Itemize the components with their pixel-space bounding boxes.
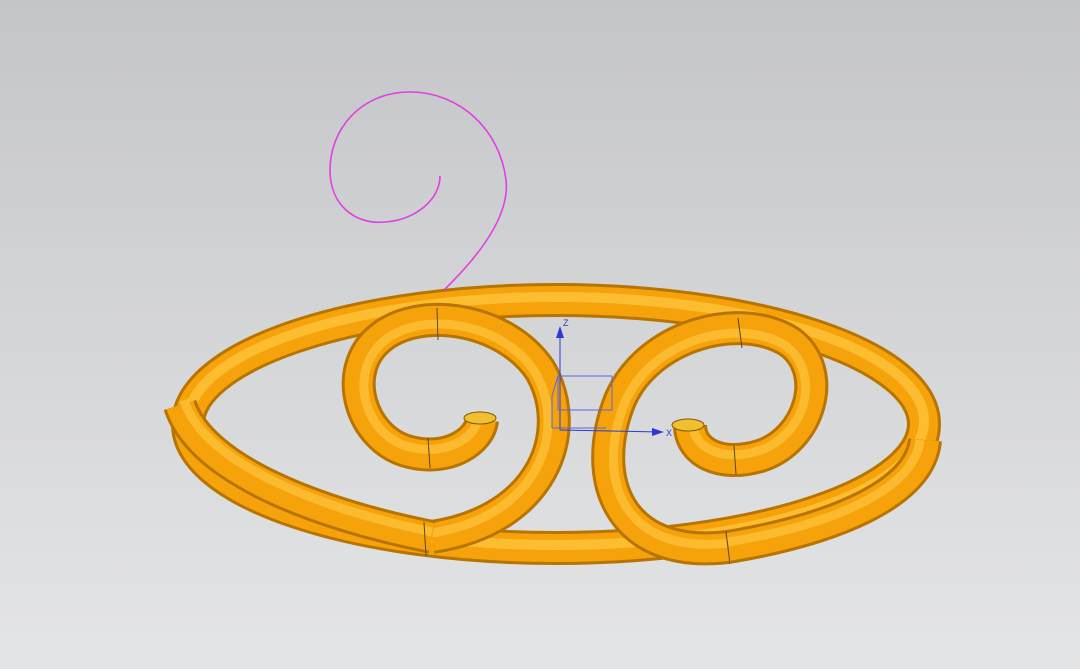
outer-ring-front-left[interactable] (163, 398, 436, 554)
right-scroll-end-cap[interactable] (671, 418, 705, 432)
model-scene[interactable]: Z X (0, 0, 1080, 669)
z-axis-label: Z (563, 318, 569, 328)
left-scroll-tube[interactable] (341, 303, 571, 554)
guide-spiral-curve[interactable] (329, 91, 508, 291)
left-scroll-end-cap[interactable] (463, 411, 497, 425)
graphics-viewport[interactable]: Z X (0, 0, 1080, 669)
x-axis-arrow-icon (652, 428, 664, 436)
x-axis-label: X (666, 428, 672, 438)
